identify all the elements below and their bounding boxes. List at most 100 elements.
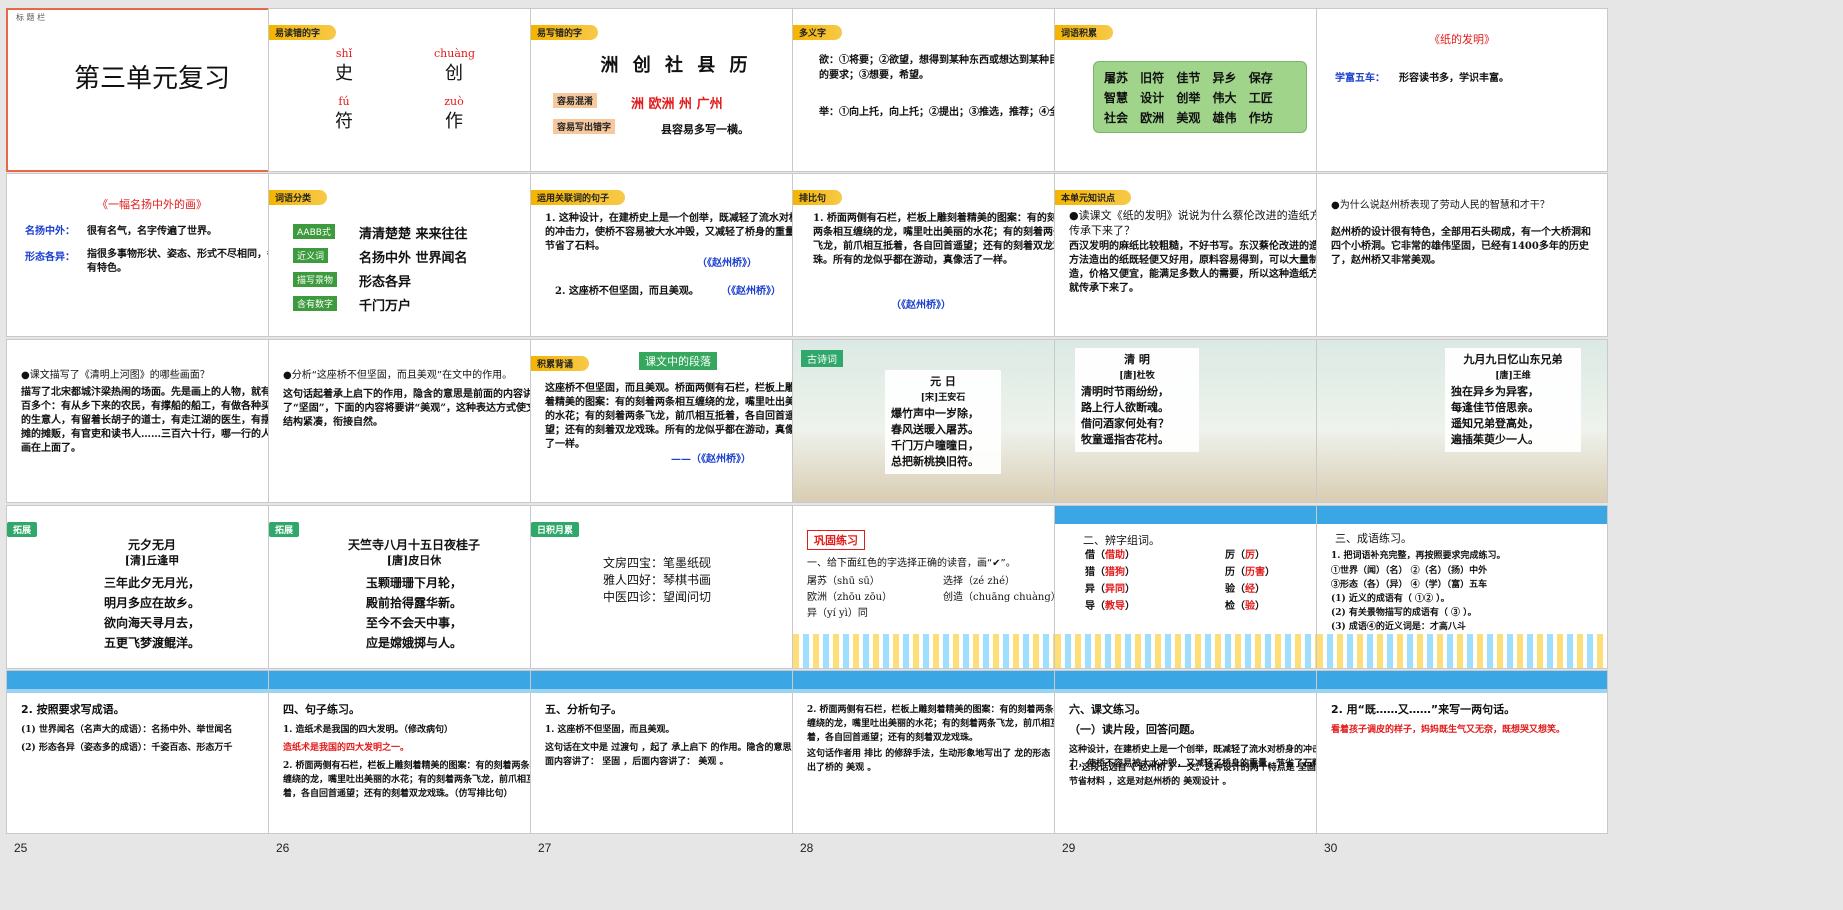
slide-thumbnail-cell[interactable]: ●为什么说赵州桥表现了劳动人民的智慧和才干？ 赵州桥的设计很有特色，全部用石头砌成… — [1316, 173, 1608, 361]
slide-thumbnail[interactable]: 拓展 天竺寺八月十五日夜桂子 [唐]皮日休 玉颗珊珊下月轮， 殿前拾得露华新。 至今不会天… — [268, 505, 560, 669]
poem-line: 牧童遥指杏花村。 — [1081, 433, 1169, 446]
slide-thumbnail-cell[interactable]: 2. 桥面两侧有石栏，栏板上雕刻着精美的图案：有的刻着两条相互缠绕的龙，嘴里吐出… — [792, 670, 1084, 858]
slide-thumbnail-cell[interactable]: 2. 按照要求写成语。 (1) 世界闻名（名声大的成语）：名扬中外、举世闻名 (2)… — [6, 670, 298, 858]
poem-line: 玉颗珊珊下月轮， — [365, 576, 462, 590]
slide-thumbnail[interactable]: 积累背诵 课文中的段落 这座桥不但坚固，而且美观。桥面两侧有石栏，栏板上雕刻着精美的… — [530, 339, 822, 503]
slide-thumbnail[interactable]: 日积月累 文房四宝：笔墨纸砚 雅人四好：琴棋书画 中医四诊：望闻问切 — [530, 505, 822, 669]
answer: 西汉发明的麻纸比较粗糙，不好书写。东汉蔡伦改进的造纸方法造出的纸既轻便又好用，原… — [1069, 241, 1329, 294]
source: （《赵州桥》） — [697, 258, 757, 269]
slide-thumbnail[interactable]: 拓展 元夕无月 [清]丘逢甲 三年此夕无月光， 明月多应在故乡。 欲向海天寻月去， 五更飞梦… — [6, 505, 298, 669]
slide-thumbnail[interactable]: ●为什么说赵州桥表现了劳动人民的智慧和才干？ 赵州桥的设计很有特色，全部用石头砌成… — [1316, 173, 1608, 337]
slide-thumbnail-cell[interactable]: 运用关联词的句子 1. 这种设计，在建桥史上是一个创举，既减轻了流水对桥身的冲击力… — [530, 173, 822, 361]
slide-thumbnail[interactable]: 易读错的字shǐ史chuàng创cài蔡fú符zuò作cún存 — [268, 8, 560, 172]
slide-thumbnail-cell[interactable]: 清 明 [唐]杜牧 清明时节雨纷纷， 路上行人欲断魂。 借问酒家何处有？ 牧童遥指杏花村。… — [1054, 339, 1346, 527]
slide-thumbnail-cell[interactable]: 本单元知识点 ●读课文《纸的发明》说说为什么蔡伦改进的造纸方法传承下来了？ 西汉发明… — [1054, 173, 1346, 361]
slide-thumbnail-cell[interactable]: 排比句 1. 桥面两侧有石栏，栏板上雕刻着精美的图案：有的刻着两条相互缠绕的龙，嘴… — [792, 173, 1084, 361]
line: 2. 桥面两侧有石栏，栏板上雕刻着精美的图案：有的刻着两条相互缠绕的龙，嘴里吐出… — [283, 761, 548, 799]
slide-thumbnail[interactable]: 易写错的字洲 创 社 县 历容易混淆 洲 欧洲 州 广州 容易写出错字 县容易多写一横… — [530, 8, 822, 172]
slide-thumbnail-cell[interactable]: 九月九日忆山东兄弟 [唐]王维 独在异乡为异客， 每逢佳节倍思亲。 遥知兄弟登高处， 遍插… — [1316, 339, 1608, 527]
slide-tag: 拓展 — [7, 522, 38, 537]
poem-line: 总把新桃换旧符。 — [891, 455, 979, 468]
poem-title: 元 日 — [930, 375, 956, 388]
word-pair: 导（教导） — [1085, 597, 1135, 612]
slide-thumbnail-cell[interactable]: 积累背诵 课文中的段落 这座桥不但坚固，而且美观。桥面两侧有石栏，栏板上雕刻着精美的… — [530, 339, 822, 527]
slide-thumbnail[interactable]: 多义字 欲：①将要；②欲望，想得到某种东西或想达到某种目的的要求；③想要，希望。举… — [792, 8, 1084, 172]
slide-thumbnail-cell[interactable]: 易读错的字shǐ史chuàng创cài蔡fú符zuò作cún存2★ — [268, 8, 560, 196]
slide-thumbnail[interactable]: 标 题 栏第三单元复习 — [6, 8, 298, 172]
slide-thumbnail[interactable]: 四、句子练习。 1. 造纸术是我国的四大发明。（修改病句） 造纸术是我国的四大发明之… — [268, 670, 560, 834]
slide-thumbnail[interactable]: 2. 按照要求写成语。 (1) 世界闻名（名声大的成语）：名扬中外、举世闻名 (2)… — [6, 670, 298, 834]
source: （《赵州桥》） — [721, 286, 781, 297]
slide-thumbnail[interactable]: 《一幅名扬中外的画》 名扬中外： 很有名气，名字传遍了世界。 形态各异： 指很多事物形状… — [6, 173, 298, 337]
slide-thumbnail-cell[interactable]: ●分析“这座桥不但坚固，而且美观”在文中的作用。 这句话起着承上启下的作用，隐含的… — [268, 339, 560, 527]
slide-thumbnail[interactable]: 九月九日忆山东兄弟 [唐]王维 独在异乡为异客， 每逢佳节倍思亲。 遥知兄弟登高处， 遍插… — [1316, 339, 1608, 503]
slide-thumbnail[interactable]: ●课文描写了《清明上河图》的哪些画面？ 描写了北宋都城汴梁热闹的场面。先是画上的人… — [6, 339, 298, 503]
label: 学富五车： — [1335, 73, 1385, 84]
slide-thumbnail[interactable]: 本单元知识点 ●读课文《纸的发明》说说为什么蔡伦改进的造纸方法传承下来了？ 西汉发明… — [1054, 173, 1346, 337]
slide-thumbnail[interactable]: 词语积累 屠苏 旧符 佳节 异乡 保存 智慧 设计 创举 伟大 工匠 社会 欧洲 … — [1054, 8, 1346, 172]
answer: 这句话起着承上启下的作用，隐含的意思是前面的内容讲了“坚固”，下面的内容将要讲“… — [283, 389, 547, 428]
slide-thumbnail[interactable]: 排比句 1. 桥面两侧有石栏，栏板上雕刻着精美的图案：有的刻着两条相互缠绕的龙，嘴… — [792, 173, 1084, 337]
line: 1. 这座桥不但坚固，而且美观。 — [545, 725, 675, 735]
slide-thumbnail-cell[interactable]: 拓展 天竺寺八月十五日夜桂子 [唐]皮日休 玉颗珊珊下月轮， 殿前拾得露华新。 至今不会天… — [268, 505, 560, 693]
slide-thumbnail-cell[interactable]: 2. 用“既……又……”来写一两句话。 看着孩子调皮的样子，妈妈既生气又无奈，既想… — [1316, 670, 1608, 858]
question: 2. 用“既……又……”来写一两句话。 — [1331, 703, 1516, 716]
slide-number: 26 — [276, 841, 290, 855]
slide-thumbnail-cell[interactable]: 日积月累文房四宝：笔墨纸砚雅人四好：琴棋书画中医四诊：望闻问切21 — [530, 505, 822, 693]
decor-stripes — [1317, 634, 1607, 668]
slide-thumbnail[interactable]: 六、课文练习。 （一）读片段，回答问题。 这种设计，在建桥史上是一个创举，既减轻了流… — [1054, 670, 1346, 834]
slide-thumbnail-cell[interactable]: 词语分类 AABB式 清清楚楚 来来往往 近义词 名扬中外 世界闻名 描写景物 形态各异 含有… — [268, 173, 560, 361]
slide-thumbnail[interactable]: 2. 用“既……又……”来写一两句话。 看着孩子调皮的样子，妈妈既生气又无奈，既想… — [1316, 670, 1608, 834]
header-bar — [7, 671, 297, 689]
line: (2) 形态各异（姿态多的成语）：千姿百态、形态万千 — [21, 743, 233, 753]
item: 欧洲（zhōu zōu） — [807, 592, 893, 603]
item: 屠苏（shū sū） — [807, 576, 880, 587]
slide-thumbnail-cell[interactable]: 二、辨字组词。 借（借助） 厉（厉） 猎（猎狗） 历（历害） 异（异同） 验（经） 导（教导）… — [1054, 505, 1346, 693]
question: 四、句子练习。 — [283, 703, 360, 716]
slide-thumbnail-cell[interactable]: 巩固练习 一、给下面红色的字选择正确的读音，画“✔”。 屠苏（shū sū） 选择（z… — [792, 505, 1084, 693]
slide-thumbnail-cell[interactable]: 拓展 元夕无月 [清]丘逢甲 三年此夕无月光， 明月多应在故乡。 欲向海天寻月去， 五更飞梦… — [6, 505, 298, 693]
poem-line: 借问酒家何处有？ — [1081, 417, 1169, 430]
slide-thumbnail[interactable]: 巩固练习 一、给下面红色的字选择正确的读音，画“✔”。 屠苏（shū sū） 选择（z… — [792, 505, 1084, 669]
slide-thumbnail[interactable]: 《纸的发明》 学富五车： 形容读书多，学识丰富。 — [1316, 8, 1608, 172]
slide-thumbnail-cell[interactable]: 词语积累 屠苏 旧符 佳节 异乡 保存 智慧 设计 创举 伟大 工匠 社会 欧洲 … — [1054, 8, 1346, 196]
poem-line: 遍插茱萸少一人。 — [1451, 433, 1539, 446]
poem-author: [唐]皮日休 — [386, 554, 442, 567]
slide-thumbnail-cell[interactable]: 古诗词元 日 [宋]王安石 爆竹声中一岁除， 春风送暖入屠苏。 千门万户曈曈日， 总把新桃… — [792, 339, 1084, 527]
header-bar — [1317, 671, 1607, 689]
slide-thumbnail-cell[interactable]: ●课文描写了《清明上河图》的哪些画面？ 描写了北宋都城汴梁热闹的场面。先是画上的人… — [6, 339, 298, 527]
slide-thumbnail[interactable]: 五、分析句子。 1. 这座桥不但坚固，而且美观。 这句话在文中是 过渡句 ，起了 承… — [530, 670, 822, 834]
slide-thumbnail[interactable]: 三、成语练习。 1. 把词语补充完整，再按照要求完成练习。 ①世界（闻）（名） ②（… — [1316, 505, 1608, 669]
slide-thumbnail-cell[interactable]: 三、成语练习。 1. 把词语补充完整，再按照要求完成练习。 ①世界（闻）（名） ②（… — [1316, 505, 1608, 693]
header-bar-light — [531, 689, 821, 693]
slide-thumbnail[interactable]: 清 明 [唐]杜牧 清明时节雨纷纷， 路上行人欲断魂。 借问酒家何处有？ 牧童遥指杏花村。 — [1054, 339, 1346, 503]
slide-thumbnail[interactable]: 古诗词元 日 [宋]王安石 爆竹声中一岁除， 春风送暖入屠苏。 千门万户曈曈日， 总把新桃… — [792, 339, 1084, 503]
slide-thumbnail-cell[interactable]: 多义字 欲：①将要；②欲望，想得到某种东西或想达到某种目的的要求；③想要，希望。举… — [792, 8, 1084, 196]
slide-thumbnail[interactable]: 2. 桥面两侧有石栏，栏板上雕刻着精美的图案：有的刻着两条相互缠绕的龙，嘴里吐出… — [792, 670, 1084, 834]
slide-thumbnail-cell[interactable]: 六、课文练习。 （一）读片段，回答问题。 这种设计，在建桥史上是一个创举，既减轻了流… — [1054, 670, 1346, 858]
corner-label: 标 题 栏 — [16, 13, 46, 22]
slide-thumbnail[interactable]: 运用关联词的句子 1. 这种设计，在建桥史上是一个创举，既减轻了流水对桥身的冲击力… — [530, 173, 822, 337]
slide-thumbnail[interactable]: 二、辨字组词。 借（借助） 厉（厉） 猎（猎狗） 历（历害） 异（异同） 验（经） 导（教导）… — [1054, 505, 1346, 669]
line: ③形态（各）（异） ④（学）（富）五车 — [1331, 580, 1488, 590]
hanzi: 史 — [335, 63, 353, 84]
slide-thumbnail-cell[interactable]: 标 题 栏第三单元复习1 — [6, 8, 298, 196]
slide-thumbnail-cell[interactable]: 易写错的字洲 创 社 县 历容易混淆 洲 欧洲 州 广州 容易写出错字 县容易多写一横… — [530, 8, 822, 196]
slide-thumbnail-cell[interactable]: 五、分析句子。 1. 这座桥不但坚固，而且美观。 这句话在文中是 过渡句 ，起了 承… — [530, 670, 822, 858]
slide-thumbnail-cell[interactable]: 《纸的发明》学富五车：形容读书多，学识丰富。6★ — [1316, 8, 1608, 196]
header-bar — [269, 671, 559, 689]
header-bar-light — [793, 689, 1083, 693]
pair-answer: 异同 — [1105, 584, 1125, 595]
pair-char: 验（ — [1225, 584, 1245, 595]
question: ●为什么说赵州桥表现了劳动人民的智慧和才干？ — [1331, 200, 1550, 211]
slide-number: 28 — [800, 841, 814, 855]
sentence: 2. 这座桥不但坚固，而且美观。 — [555, 286, 699, 297]
slide-thumbnail[interactable]: ●分析“这座桥不但坚固，而且美观”在文中的作用。 这句话起着承上启下的作用，隐含的… — [268, 339, 560, 503]
slide-thumbnail-cell[interactable]: 四、句子练习。 1. 造纸术是我国的四大发明。（修改病句） 造纸术是我国的四大发明之… — [268, 670, 560, 858]
slide-thumbnail-cell[interactable]: 《一幅名扬中外的画》 名扬中外： 很有名气，名字传遍了世界。 形态各异： 指很多事物形状… — [6, 173, 298, 361]
slide-thumbnail[interactable]: 词语分类 AABB式 清清楚楚 来来往往 近义词 名扬中外 世界闻名 描写景物 形态各异 含有… — [268, 173, 560, 337]
question: ●读课文《纸的发明》说说为什么蔡伦改进的造纸方法传承下来了？ — [1069, 209, 1332, 237]
word-pair: 历（历害） — [1225, 563, 1275, 578]
line: 1. 造纸术是我国的四大发明。（修改病句） — [283, 725, 454, 735]
decor-stripes — [793, 634, 1083, 668]
